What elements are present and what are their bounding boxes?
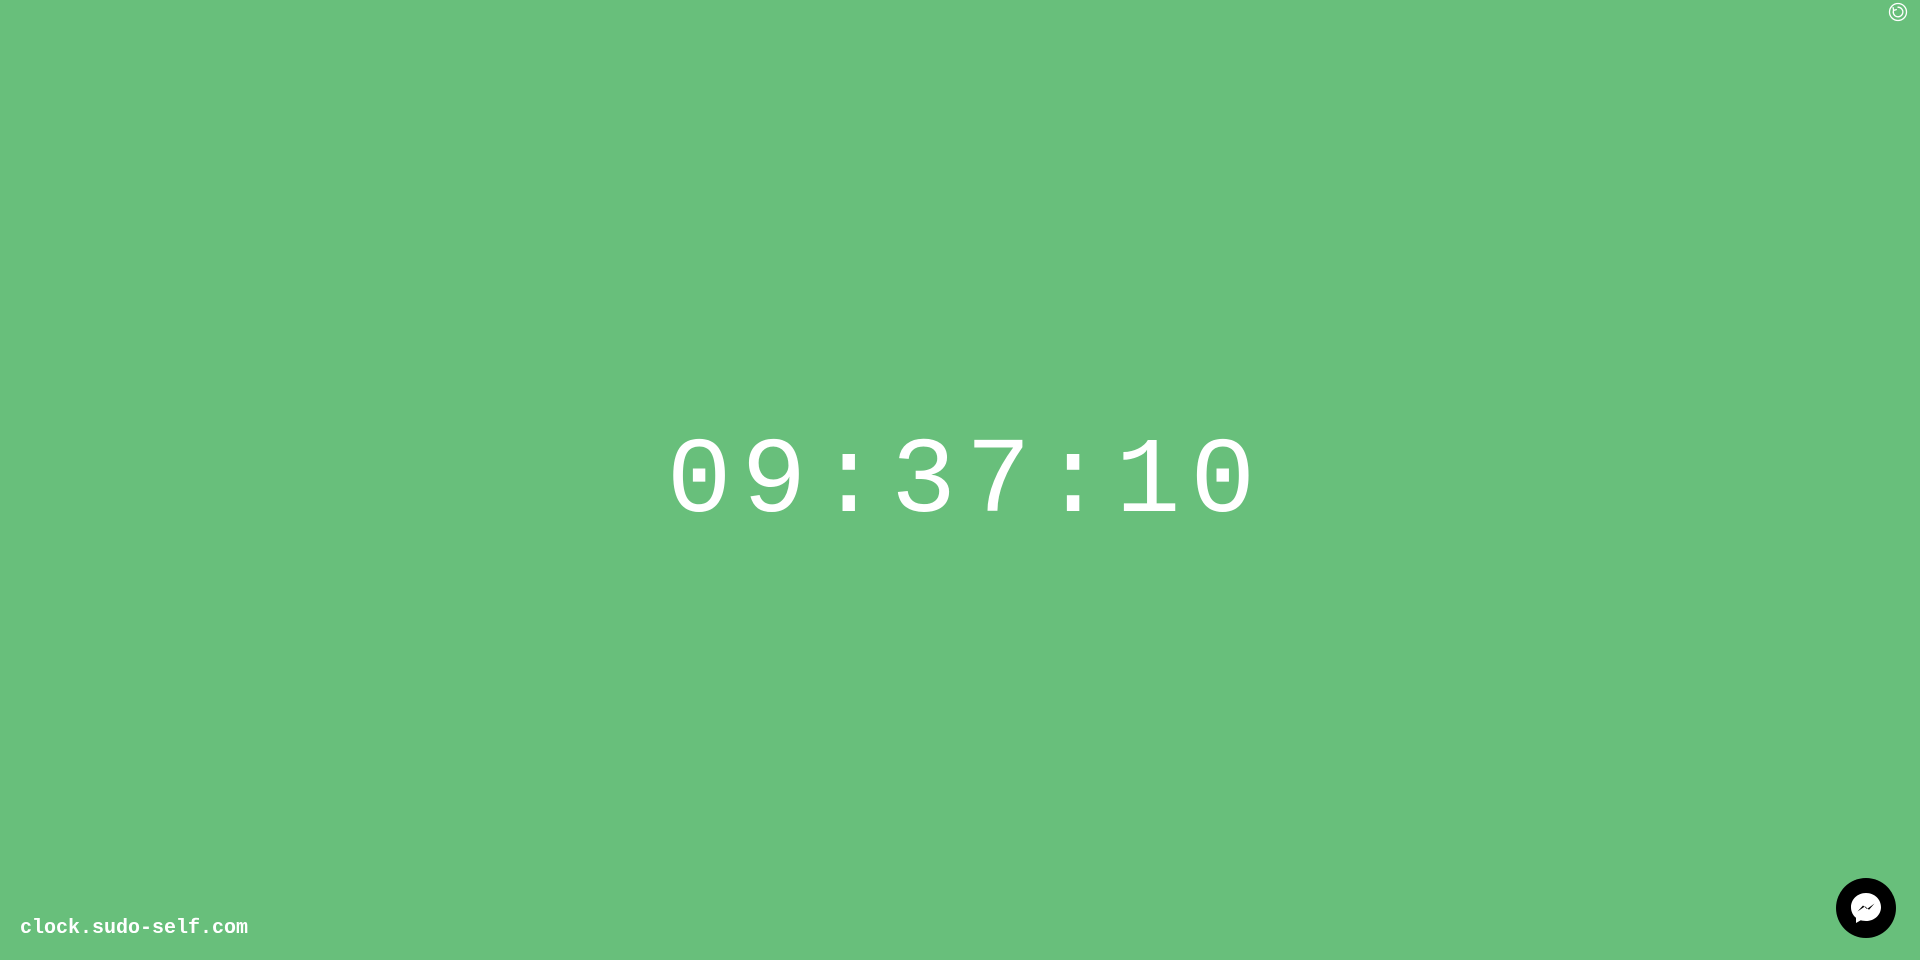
- clock-display: 09:37:10: [0, 0, 1920, 960]
- site-label[interactable]: clock.sudo-self.com: [20, 917, 248, 940]
- refresh-icon: [1888, 2, 1908, 22]
- refresh-button[interactable]: [1888, 2, 1908, 22]
- clock-time: 09:37:10: [666, 422, 1266, 544]
- messenger-chat-button[interactable]: [1836, 878, 1896, 938]
- messenger-icon: [1851, 893, 1881, 923]
